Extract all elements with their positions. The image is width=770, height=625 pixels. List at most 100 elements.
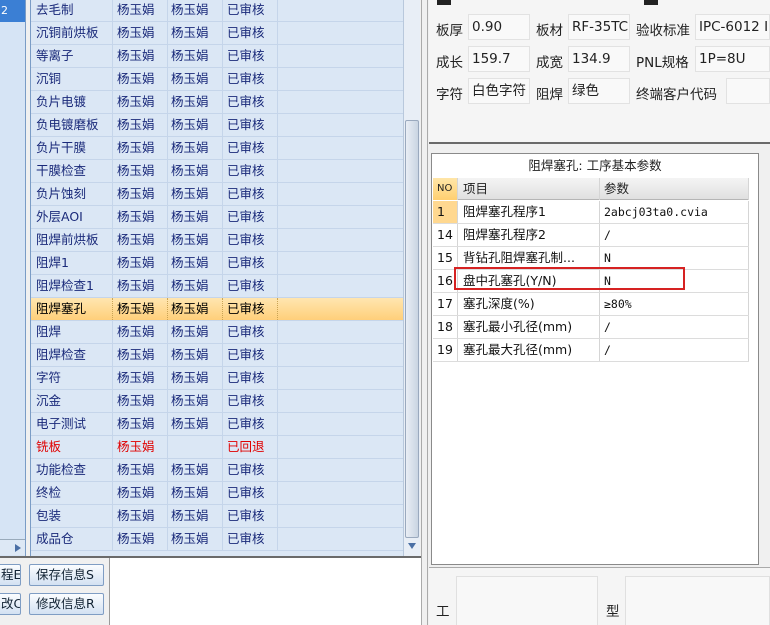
partial-program-button[interactable]: 程E — [0, 564, 21, 586]
empty-cell — [278, 390, 403, 412]
partial-modify-button[interactable]: 改C — [0, 593, 21, 615]
reviewer-cell: 杨玉娟 — [168, 206, 223, 228]
empty-cell — [278, 0, 403, 21]
work-label: 工 — [436, 604, 450, 620]
creator-cell: 杨玉娟 — [113, 275, 168, 297]
process-row[interactable]: 电子测试 杨玉娟 杨玉娟 已审核 — [31, 413, 403, 436]
status-cell: 已审核 — [223, 22, 278, 44]
creator-cell: 杨玉娟 — [113, 252, 168, 274]
process-row[interactable]: 沉金 杨玉娟 杨玉娟 已审核 — [31, 390, 403, 413]
process-row[interactable]: 阻焊前烘板 杨玉娟 杨玉娟 已审核 — [31, 229, 403, 252]
creator-cell: 杨玉娟 — [113, 413, 168, 435]
param-item-cell: 阻焊塞孔程序2 — [459, 224, 600, 246]
param-row[interactable]: 14 阻焊塞孔程序2/ — [433, 224, 749, 247]
process-row[interactable]: 成品仓 杨玉娟 杨玉娟 已审核 — [31, 528, 403, 551]
process-step-cell: 负片干膜 — [31, 137, 113, 159]
empty-cell — [278, 160, 403, 182]
param-row[interactable]: 18 塞孔最小孔径(mm) / — [433, 316, 749, 339]
process-row[interactable]: 外层AOI 杨玉娟 杨玉娟 已审核 — [31, 206, 403, 229]
process-step-cell: 阻焊1 — [31, 252, 113, 274]
solder-mask-field[interactable]: 绿色 — [568, 78, 630, 104]
param-item-cell: 阻焊塞孔程序1 — [459, 201, 600, 223]
scrollbar-thumb[interactable] — [405, 120, 419, 538]
legend-field[interactable]: 白色字符 — [468, 78, 530, 104]
process-row[interactable]: 阻焊塞孔 杨玉娟 杨玉娟 已审核 — [31, 298, 403, 321]
param-value-cell: / — [601, 224, 749, 246]
process-row[interactable]: 负片电镀 杨玉娟 杨玉娟 已审核 — [31, 91, 403, 114]
save-info-button[interactable]: 保存信息S — [29, 564, 104, 586]
creator-cell: 杨玉娟 — [113, 183, 168, 205]
process-row[interactable]: 阻焊1 杨玉娟 杨玉娟 已审核 — [31, 252, 403, 275]
status-cell: 已审核 — [223, 390, 278, 412]
creator-cell: 杨玉娟 — [113, 390, 168, 412]
scroll-down-arrow-icon[interactable] — [408, 543, 416, 549]
type-text-box[interactable] — [625, 576, 770, 625]
material-field[interactable]: RF-35TC — [568, 14, 630, 40]
process-row[interactable]: 功能检查 杨玉娟 杨玉娟 已审核 — [31, 459, 403, 482]
creator-cell: 杨玉娟 — [113, 321, 168, 343]
creator-cell: 杨玉娟 — [113, 229, 168, 251]
process-row[interactable]: 铣板 杨玉娟 已回退 — [31, 436, 403, 459]
reviewer-cell: 杨玉娟 — [168, 160, 223, 182]
process-row[interactable]: 干膜检查 杨玉娟 杨玉娟 已审核 — [31, 160, 403, 183]
width-field[interactable]: 134.9 — [568, 46, 630, 72]
param-no-cell: 17 — [433, 293, 458, 315]
left-strip-selected-cell[interactable]: 2 — [0, 0, 25, 22]
empty-cell — [278, 91, 403, 113]
acceptance-standard-field[interactable]: IPC-6012 I — [695, 14, 770, 40]
cut-off-label-2 — [644, 0, 658, 5]
status-cell: 已审核 — [223, 459, 278, 481]
reviewer-cell: 杨玉娟 — [168, 91, 223, 113]
reviewer-cell: 杨玉娟 — [168, 298, 223, 320]
creator-cell: 杨玉娟 — [113, 0, 168, 21]
reviewer-cell: 杨玉娟 — [168, 321, 223, 343]
process-row[interactable]: 字符 杨玉娟 杨玉娟 已审核 — [31, 367, 403, 390]
process-row[interactable]: 阻焊 杨玉娟 杨玉娟 已审核 — [31, 321, 403, 344]
length-label: 成长 — [436, 55, 463, 71]
process-row[interactable]: 沉铜 杨玉娟 杨玉娟 已审核 — [31, 68, 403, 91]
thickness-field[interactable]: 0.90 — [468, 14, 530, 40]
process-row[interactable]: 阻焊检查1 杨玉娟 杨玉娟 已审核 — [31, 275, 403, 298]
reviewer-cell: 杨玉娟 — [168, 528, 223, 550]
empty-cell — [278, 275, 403, 297]
process-row[interactable]: 负片干膜 杨玉娟 杨玉娟 已审核 — [31, 137, 403, 160]
param-row[interactable]: 17 塞孔深度(%) ≥80% — [433, 293, 749, 316]
param-row[interactable]: 1 阻焊塞孔程序1 2abcj03ta0.cvia — [433, 201, 749, 224]
process-row[interactable]: 阻焊检查 杨玉娟 杨玉娟 已审核 — [31, 344, 403, 367]
process-row[interactable]: 终检 杨玉娟 杨玉娟 已审核 — [31, 482, 403, 505]
header-no[interactable]: NO — [433, 178, 458, 200]
empty-cell — [278, 229, 403, 251]
reviewer-cell: 杨玉娟 — [168, 45, 223, 67]
modify-info-button[interactable]: 修改信息R — [29, 593, 104, 615]
reviewer-cell: 杨玉娟 — [168, 183, 223, 205]
width-label: 成宽 — [536, 55, 563, 71]
end-customer-code-field[interactable] — [726, 78, 770, 104]
header-param[interactable]: 参数 — [601, 178, 749, 200]
status-cell: 已审核 — [223, 482, 278, 504]
panel-splitter[interactable] — [421, 0, 428, 625]
reviewer-cell: 杨玉娟 — [168, 114, 223, 136]
process-row[interactable]: 等离子 杨玉娟 杨玉娟 已审核 — [31, 45, 403, 68]
status-cell: 已审核 — [223, 160, 278, 182]
empty-cell — [278, 505, 403, 527]
length-field[interactable]: 159.7 — [468, 46, 530, 72]
process-row[interactable]: 负电镀磨板 杨玉娟 杨玉娟 已审核 — [31, 114, 403, 137]
work-text-box[interactable] — [456, 576, 598, 625]
process-step-cell: 沉金 — [31, 390, 113, 412]
status-cell: 已审核 — [223, 298, 278, 320]
status-cell: 已审核 — [223, 91, 278, 113]
param-row[interactable]: 19 塞孔最大孔径(mm) / — [433, 339, 749, 362]
grid-vertical-scrollbar[interactable] — [403, 0, 420, 556]
process-row[interactable]: 去毛制 杨玉娟 杨玉娟 已审核 — [31, 0, 403, 22]
pnl-spec-field[interactable]: 1P=8U — [695, 46, 770, 72]
reviewer-cell: 杨玉娟 — [168, 413, 223, 435]
process-step-cell: 阻焊检查 — [31, 344, 113, 366]
reviewer-cell: 杨玉娟 — [168, 275, 223, 297]
process-row[interactable]: 包装 杨玉娟 杨玉娟 已审核 — [31, 505, 403, 528]
header-item[interactable]: 项目 — [459, 178, 600, 200]
process-row[interactable]: 沉铜前烘板 杨玉娟 杨玉娟 已审核 — [31, 22, 403, 45]
creator-cell: 杨玉娟 — [113, 114, 168, 136]
scroll-right-arrow[interactable] — [0, 539, 25, 555]
process-row[interactable]: 负片蚀刻 杨玉娟 杨玉娟 已审核 — [31, 183, 403, 206]
param-no-cell: 15 — [433, 247, 458, 269]
